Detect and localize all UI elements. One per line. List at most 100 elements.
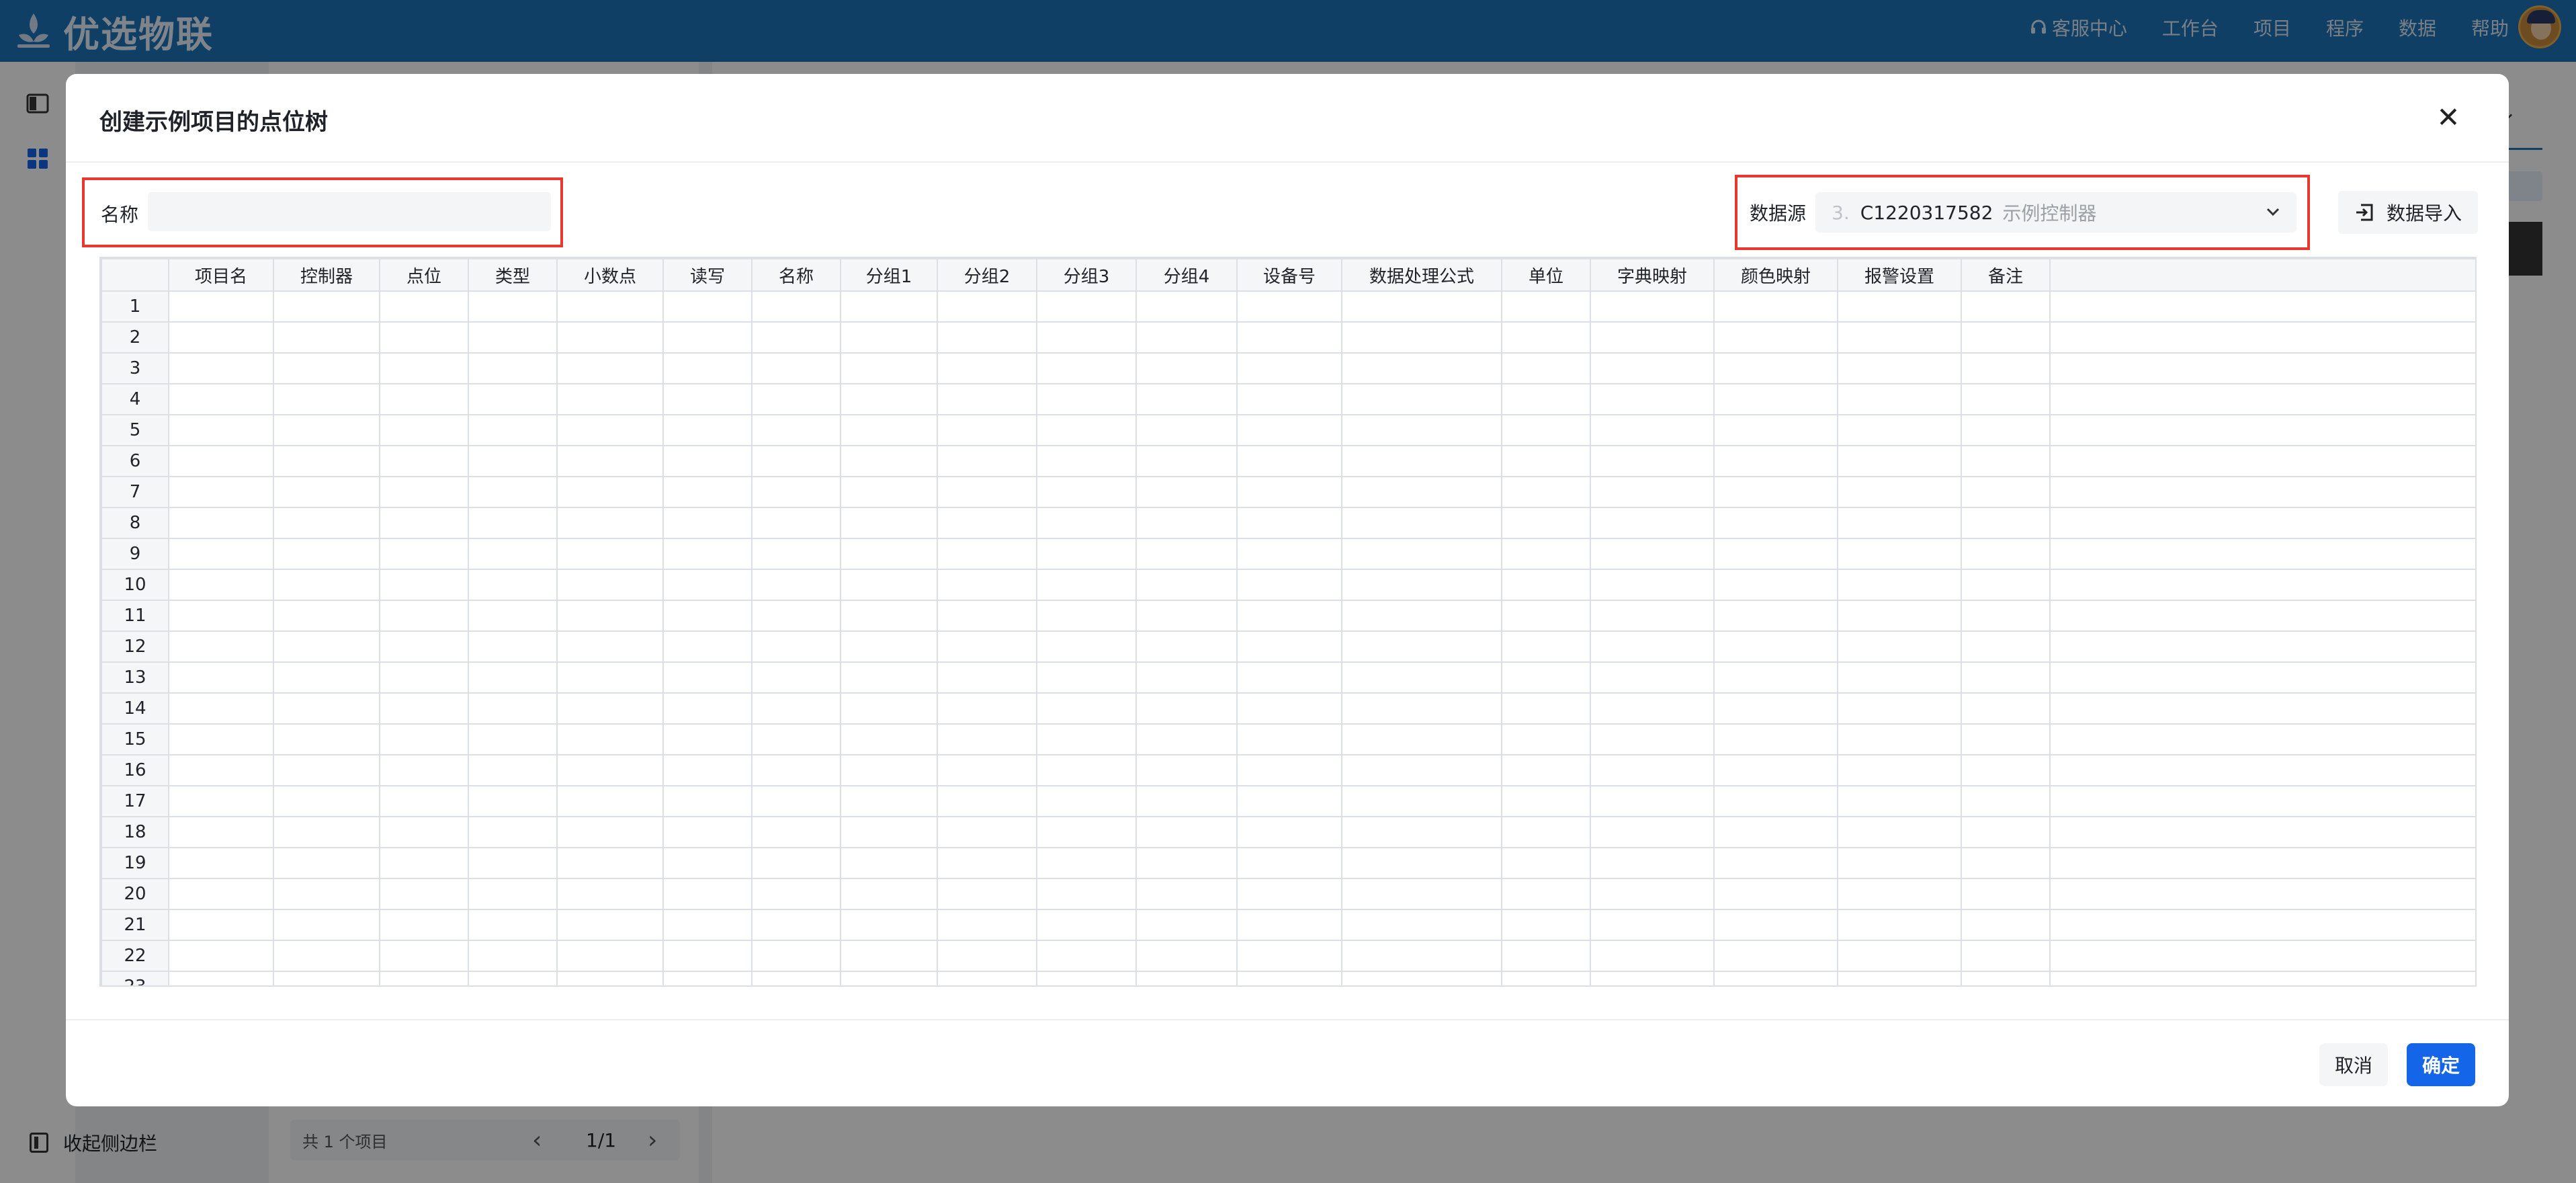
grid-cell[interactable] (1590, 507, 1715, 539)
grid-cell[interactable] (751, 383, 841, 415)
grid-cell[interactable] (556, 878, 664, 910)
grid-cell[interactable] (1236, 569, 1342, 601)
row-number[interactable]: 5 (101, 414, 169, 446)
grid-cell[interactable] (1236, 878, 1342, 910)
grid-cell[interactable] (1501, 878, 1591, 910)
grid-cell[interactable] (1713, 507, 1838, 539)
grid-cell[interactable] (1036, 290, 1137, 323)
grid-cell[interactable] (937, 754, 1037, 786)
grid-cell[interactable] (1961, 507, 2051, 539)
grid-cell[interactable] (379, 569, 469, 601)
grid-cell[interactable] (840, 878, 938, 910)
grid-cell[interactable] (1713, 445, 1838, 477)
grid-cell[interactable] (379, 383, 469, 415)
grid-cell[interactable] (662, 754, 753, 786)
grid-cell[interactable] (1590, 661, 1715, 694)
grid-cell[interactable] (1501, 692, 1591, 725)
grid-cell[interactable] (1501, 507, 1591, 539)
row-number[interactable]: 16 (101, 754, 169, 786)
grid-cell[interactable] (556, 723, 664, 756)
grid-cell[interactable] (1590, 723, 1715, 756)
grid-cell[interactable] (937, 630, 1037, 663)
grid-cell[interactable] (468, 661, 558, 694)
grid-cell[interactable] (662, 445, 753, 477)
grid-cell[interactable] (2049, 909, 2475, 941)
grid-cell[interactable] (2049, 538, 2475, 570)
grid-cell[interactable] (2049, 847, 2475, 879)
grid-cell[interactable] (273, 661, 380, 694)
grid-cell[interactable] (556, 290, 664, 323)
grid-cell[interactable] (1501, 383, 1591, 415)
grid-cell[interactable] (1713, 816, 1838, 848)
grid-cell[interactable] (1961, 940, 2051, 972)
column-header[interactable]: 点位 (379, 258, 469, 292)
grid-cell[interactable] (662, 661, 753, 694)
grid-cell[interactable] (751, 538, 841, 570)
grid-cell[interactable] (379, 661, 469, 694)
grid-cell[interactable] (273, 909, 380, 941)
grid-cell[interactable] (1501, 816, 1591, 848)
grid-cell[interactable] (1501, 290, 1591, 323)
point-spreadsheet[interactable]: 项目名 控制器 点位 类型 小数点 读写 名称 分组1 分组2 分组3 分组4 设备号 数据处理公式 单位… (99, 257, 2477, 987)
corner-cell[interactable] (101, 258, 169, 292)
row-number[interactable]: 4 (101, 383, 169, 415)
row-number[interactable]: 19 (101, 847, 169, 879)
grid-cell[interactable] (379, 538, 469, 570)
row-number[interactable]: 13 (101, 661, 169, 694)
grid-cell[interactable] (840, 352, 938, 384)
cancel-button[interactable]: 取消 (2319, 1043, 2388, 1086)
grid-cell[interactable] (1713, 847, 1838, 879)
grid-cell[interactable] (168, 847, 274, 879)
row-number[interactable]: 1 (101, 290, 169, 323)
grid-cell[interactable] (273, 940, 380, 972)
grid-cell[interactable] (1236, 909, 1342, 941)
grid-cell[interactable] (1341, 414, 1502, 446)
column-header[interactable]: 单位 (1501, 258, 1591, 292)
grid-cell[interactable] (168, 940, 274, 972)
grid-cell[interactable] (468, 630, 558, 663)
grid-cell[interactable] (662, 507, 753, 539)
grid-cell[interactable] (1341, 971, 1502, 985)
row-number[interactable]: 11 (101, 600, 169, 632)
grid-cell[interactable] (1590, 816, 1715, 848)
grid-cell[interactable] (379, 847, 469, 879)
grid-cell[interactable] (1236, 661, 1342, 694)
grid-cell[interactable] (662, 816, 753, 848)
grid-cell[interactable] (2049, 352, 2475, 384)
grid-cell[interactable] (468, 723, 558, 756)
grid-cell[interactable] (1236, 692, 1342, 725)
grid-cell[interactable] (1837, 878, 1962, 910)
grid-cell[interactable] (468, 878, 558, 910)
grid-cell[interactable] (840, 507, 938, 539)
grid-cell[interactable] (273, 507, 380, 539)
grid-cell[interactable] (273, 414, 380, 446)
grid-cell[interactable] (1501, 569, 1591, 601)
grid-cell[interactable] (468, 321, 558, 354)
grid-cell[interactable] (751, 785, 841, 817)
grid-cell[interactable] (1341, 569, 1502, 601)
grid-cell[interactable] (379, 785, 469, 817)
grid-cell[interactable] (2049, 816, 2475, 848)
grid-cell[interactable] (379, 754, 469, 786)
grid-cell[interactable] (1341, 507, 1502, 539)
grid-cell[interactable] (751, 816, 841, 848)
grid-cell[interactable] (1713, 569, 1838, 601)
grid-cell[interactable] (1837, 785, 1962, 817)
grid-cell[interactable] (751, 352, 841, 384)
grid-cell[interactable] (1713, 383, 1838, 415)
grid-cell[interactable] (379, 445, 469, 477)
row-number[interactable]: 12 (101, 630, 169, 663)
grid-cell[interactable] (1961, 600, 2051, 632)
column-header[interactable]: 读写 (662, 258, 753, 292)
grid-cell[interactable] (2049, 383, 2475, 415)
grid-cell[interactable] (273, 321, 380, 354)
grid-cell[interactable] (1341, 600, 1502, 632)
grid-cell[interactable] (937, 785, 1037, 817)
grid-cell[interactable] (662, 476, 753, 508)
grid-cell[interactable] (840, 816, 938, 848)
grid-cell[interactable] (1135, 971, 1238, 985)
grid-cell[interactable] (840, 290, 938, 323)
grid-cell[interactable] (1961, 321, 2051, 354)
grid-cell[interactable] (840, 476, 938, 508)
grid-cell[interactable] (1713, 290, 1838, 323)
